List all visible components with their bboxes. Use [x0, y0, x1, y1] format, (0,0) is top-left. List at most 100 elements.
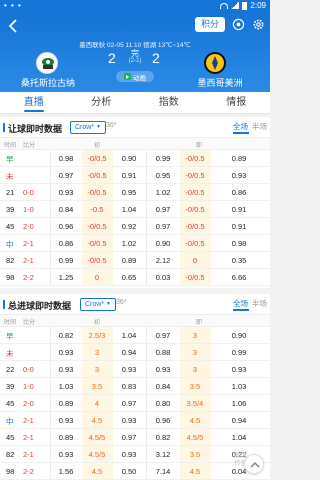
odds-row[interactable]: 未 0.93 3 0.94 0.88 3 0.99: [0, 344, 270, 361]
odds-row[interactable]: 45 2-0 0.96 -0/0.5 0.92 0.97 -0/0.5 0.91: [0, 218, 270, 235]
odds-row[interactable]: 39 1-0 1.03 3.5 0.83 0.84 3.5 1.03: [0, 378, 270, 395]
odds-row[interactable]: 39 1-0 0.84 -0.5 1.04 0.97 -0/0.5 0.91: [0, 201, 270, 218]
odds-value: -0/0.5: [87, 154, 107, 163]
tab-bar: 直播 分析 指数 情报: [0, 92, 270, 114]
odds-value: 0.98: [58, 154, 74, 163]
odds-row[interactable]: 98 2-2 1.56 4.5 0.50 7.14 4.5 0.04: [0, 463, 270, 480]
tab-odds[interactable]: 指数: [135, 92, 203, 113]
odds-value: 0.93: [231, 365, 247, 374]
odds-row[interactable]: 45 2-0 0.89 4 0.97 0.80 3.5/4 1.06: [0, 395, 270, 412]
row-time: 98: [6, 467, 15, 476]
company-count[interactable]: 36*: [116, 299, 127, 306]
odds-value: -0/0.5: [185, 239, 205, 248]
odds-value: 0.91: [121, 171, 137, 180]
points-button[interactable]: 积分: [195, 17, 225, 32]
row-time: 22: [6, 365, 15, 374]
away-team-name[interactable]: 墨西哥美洲: [178, 76, 262, 89]
animation-button[interactable]: 动画: [116, 71, 154, 82]
full-time-toggle[interactable]: 全场: [233, 298, 248, 309]
odds-row[interactable]: 82 2-1 0.99 -0/0.5 0.89 2.12 0 0.35: [0, 252, 270, 269]
odds-row[interactable]: 中 2-1 0.86 -0/0.5 1.02 0.90 -0/0.5 0.98: [0, 235, 270, 252]
odds-row[interactable]: 21 0-0 0.93 -0/0.5 0.95 1.02 -0/0.5 0.86: [0, 184, 270, 201]
odds-value: 0.83: [121, 382, 137, 391]
gear-icon[interactable]: [252, 18, 265, 31]
row-time: 未: [6, 172, 14, 181]
clock: 2:09: [250, 1, 266, 10]
odds-row[interactable]: 22 0-0 0.93 3 0.93 0.93 3 0.93: [0, 361, 270, 378]
company-count[interactable]: 36*: [106, 122, 117, 129]
column-divider: [146, 201, 147, 217]
handicap-header: 让球即时数据 Crow* ▼ 36* 全场 半场: [0, 117, 270, 138]
home-team-logo[interactable]: [36, 52, 58, 74]
odds-value: 3: [192, 365, 198, 374]
tab-analysis[interactable]: 分析: [68, 92, 136, 113]
odds-value: 0.95: [121, 188, 137, 197]
odds-value: 2.5/3: [88, 331, 106, 340]
odds-value: -0/0.5: [87, 171, 107, 180]
odds-value: 0.89: [121, 256, 137, 265]
col-time: 时间: [4, 143, 17, 149]
column-header: 时间 比分 初 即: [0, 138, 270, 150]
row-score: 2-0: [23, 222, 34, 231]
row-score: 2-2: [23, 467, 34, 476]
odds-value: 0.95: [155, 171, 171, 180]
odds-value: 0.93: [155, 365, 171, 374]
col-score: 比分: [23, 320, 36, 326]
column-divider: [146, 463, 147, 479]
company-selector[interactable]: Crow* ▼: [70, 121, 106, 134]
odds-value: 0.82: [155, 433, 171, 442]
toggle-indicator: [233, 309, 249, 311]
home-team-name[interactable]: 桑托斯拉古纳: [6, 76, 90, 89]
row-time: 中: [6, 240, 14, 249]
odds-value: 3: [192, 331, 198, 340]
odds-value: 0.65: [121, 273, 137, 282]
half-time-toggle[interactable]: 半场: [252, 298, 267, 309]
row-score: 1-0: [23, 205, 34, 214]
column-divider: [146, 361, 147, 377]
back-arrow-icon[interactable]: [6, 18, 22, 34]
odds-value: 0.80: [155, 399, 171, 408]
odds-row[interactable]: 45 2-1 0.89 4.5/5 0.97 0.82 4.5/5 1.04: [0, 429, 270, 446]
odds-row[interactable]: 早 0.98 -0/0.5 0.90 0.99 -0/0.5 0.89: [0, 150, 270, 167]
tab-intel[interactable]: 情报: [203, 92, 271, 113]
odds-row[interactable]: 98 2-2 1.25 0 0.65 0.03 -0/0.5 6.66: [0, 269, 270, 286]
odds-value: 0.93: [121, 416, 137, 425]
odds-value: 0.93: [58, 188, 74, 197]
company-label: Crow*: [75, 124, 95, 131]
target-icon[interactable]: [232, 18, 245, 31]
play-icon: [124, 73, 131, 80]
away-team-logo[interactable]: [204, 52, 226, 74]
half-time-toggle[interactable]: 半场: [252, 121, 267, 132]
odds-value: 0.93: [121, 365, 137, 374]
tab-live[interactable]: 直播: [0, 92, 68, 113]
odds-row[interactable]: 早 0.82 2.5/3 1.04 0.97 3 0.90: [0, 327, 270, 344]
chevron-down-icon: ▼: [106, 301, 111, 307]
scroll-top-button[interactable]: [244, 454, 264, 474]
odds-value: 0.93: [58, 348, 74, 357]
company-selector[interactable]: Crow* ▼: [80, 298, 116, 311]
full-time-toggle[interactable]: 全场: [233, 121, 248, 132]
odds-value: 7.14: [155, 467, 171, 476]
row-score: 2-0: [23, 399, 34, 408]
odds-value: 0.90: [231, 331, 247, 340]
odds-value: 3.5/4: [186, 399, 204, 408]
odds-value: 0.97: [58, 171, 74, 180]
toggle-indicator: [233, 132, 249, 134]
odds-value: -0/0.5: [185, 188, 205, 197]
odds-value: 0.93: [58, 365, 74, 374]
odds-value: 4.5: [91, 416, 103, 425]
column-divider: [146, 218, 147, 234]
row-time: 39: [6, 205, 15, 214]
odds-row[interactable]: 82 2-1 0.93 4.5/5 0.93 3.12 3.5 0.22: [0, 446, 270, 463]
odds-row[interactable]: 未 0.97 -0/0.5 0.91 0.95 -0/0.5 0.93: [0, 167, 270, 184]
odds-value: 4: [94, 399, 100, 408]
row-time: 39: [6, 382, 15, 391]
odds-value: 3: [192, 348, 198, 357]
odds-value: 4.5: [91, 467, 103, 476]
odds-value: 0.92: [121, 222, 137, 231]
col-score: 比分: [23, 143, 36, 149]
odds-row[interactable]: 中 2-1 0.93 4.5 0.93 0.96 4.5 0.94: [0, 412, 270, 429]
odds-value: 0.84: [58, 205, 74, 214]
row-time: 45: [6, 399, 15, 408]
odds-value: 0.97: [155, 205, 171, 214]
